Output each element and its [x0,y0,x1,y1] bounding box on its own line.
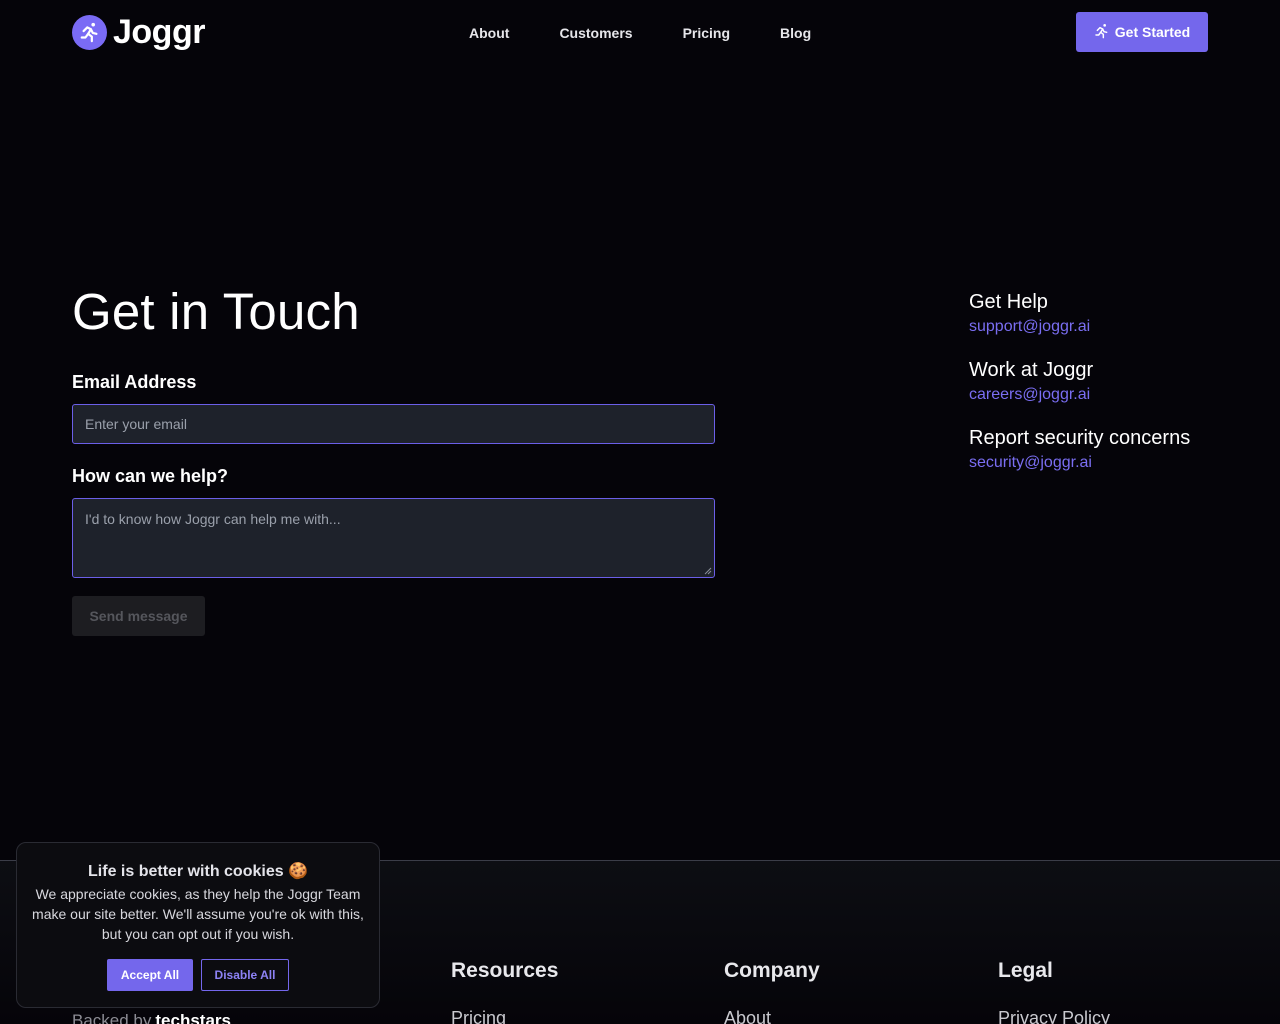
contact-title: Get Help [969,291,1048,313]
backed-by: Backed by techstars [72,1011,231,1024]
page: Joggr About Customers Pricing Blog Get S… [0,0,1280,1024]
email-field[interactable]: Enter your email [72,404,715,444]
nav-about[interactable]: About [469,24,509,42]
footer-link[interactable]: Privacy Policy [998,1007,1110,1024]
backed-by-label: Backed by [72,1011,152,1024]
contact-email-link[interactable]: careers@joggr.ai [969,385,1093,405]
footer-heading: Company [724,959,820,982]
contact-help: Get Help support@joggr.ai [969,290,1090,337]
logo[interactable]: Joggr [72,14,205,50]
logo-text: Joggr [113,13,205,51]
nav-blog[interactable]: Blog [780,24,811,42]
message-textarea[interactable]: I'd to know how Joggr can help me with..… [72,498,715,578]
page-title: Get in Touch [72,283,360,340]
send-message-button[interactable]: Send message [72,596,205,636]
footer-link[interactable]: About [724,1007,820,1024]
footer-column-resources: Resources Pricing [451,959,558,1024]
cookie-message: We appreciate cookies, as they help the … [32,886,364,942]
contact-email-link[interactable]: support@joggr.ai [969,317,1090,337]
nav-pricing[interactable]: Pricing [683,24,730,42]
cookie-title: Life is better with cookies 🍪 [88,863,308,880]
get-started-button[interactable]: Get Started [1076,12,1208,52]
get-started-label: Get Started [1114,24,1191,40]
disable-all-button[interactable]: Disable All [201,959,289,991]
resize-handle-icon[interactable] [704,567,712,575]
help-label: How can we help? [72,466,229,486]
accept-all-button[interactable]: Accept All [107,959,193,991]
footer-heading: Resources [451,959,559,982]
contact-email-link[interactable]: security@joggr.ai [969,453,1190,473]
footer-link[interactable]: Pricing [451,1007,558,1024]
contact-careers: Work at Joggr careers@joggr.ai [969,358,1093,405]
contact-title: Report security concerns [969,427,1191,449]
running-person-icon [1094,23,1110,42]
email-label: Email Address [72,372,197,392]
running-person-logo-icon [72,14,107,50]
nav-customers[interactable]: Customers [559,24,632,42]
footer-heading: Legal [998,959,1053,982]
footer-column-company: Company About [724,959,820,1024]
backer-logo[interactable]: techstars [155,1011,231,1024]
footer-column-legal: Legal Privacy Policy [998,959,1110,1024]
email-placeholder: Enter your email [85,416,187,432]
cookie-actions: Accept All Disable All [17,959,379,991]
main-nav: About Customers Pricing Blog [469,24,811,42]
cookie-banner: Life is better with cookies 🍪 We appreci… [16,842,380,1008]
message-placeholder: I'd to know how Joggr can help me with..… [85,511,341,527]
contact-security: Report security concerns security@joggr.… [969,426,1190,473]
site-header: Joggr About Customers Pricing Blog Get S… [0,0,1280,66]
contact-title: Work at Joggr [969,359,1094,381]
